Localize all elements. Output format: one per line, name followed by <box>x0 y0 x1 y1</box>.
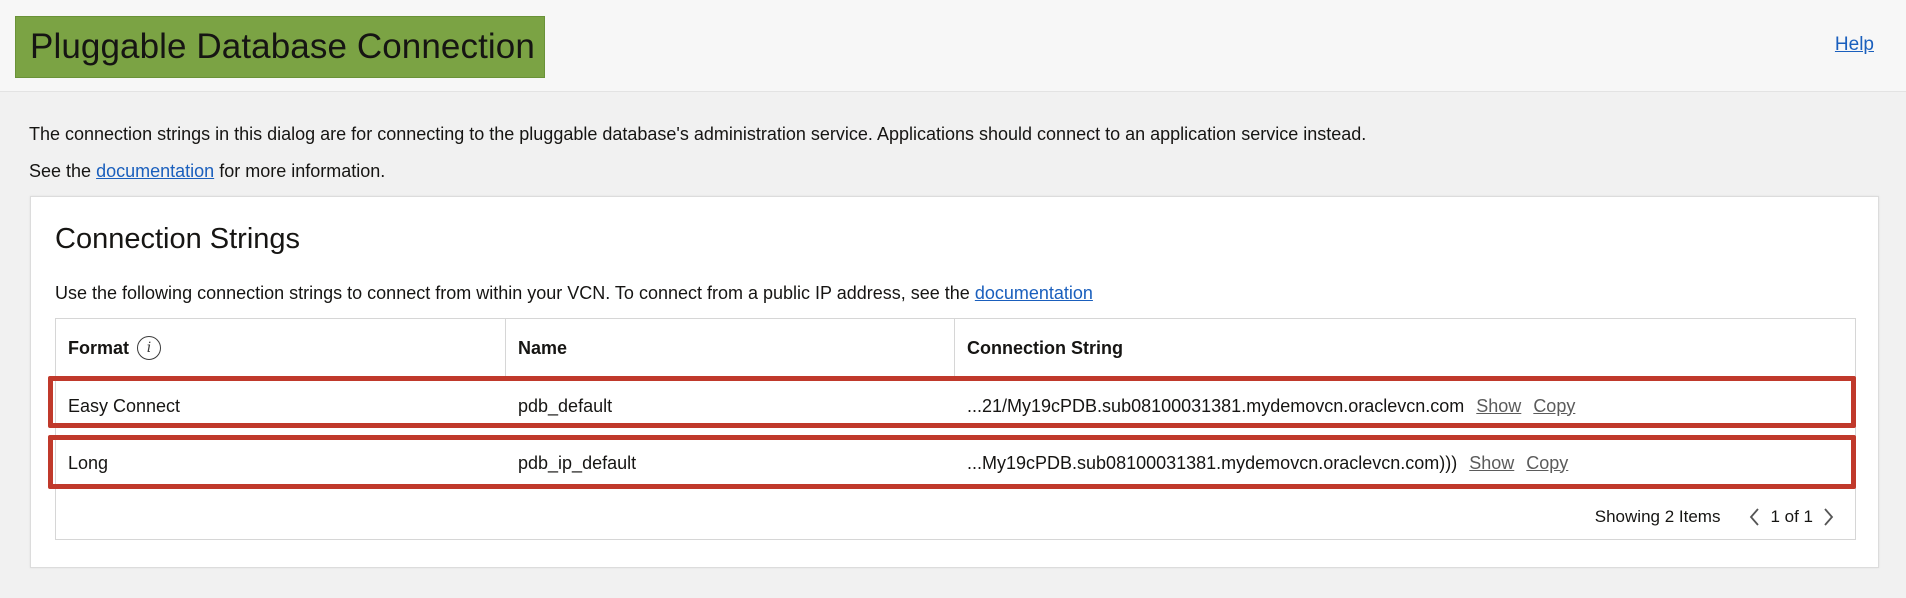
connection-string-value: ...My19cPDB.sub08100031381.mydemovcn.ora… <box>967 452 1458 473</box>
table-header: Format i Name Connection String <box>56 319 1855 377</box>
table-row: Easy Connect pdb_default ...21/My19cPDB.… <box>56 379 1855 433</box>
intro-suffix: for more information. <box>219 161 386 181</box>
connection-string-value: ...21/My19cPDB.sub08100031381.mydemovcn.… <box>967 395 1465 416</box>
help-link[interactable]: Help <box>1835 34 1874 56</box>
title-banner: Pluggable Database Connection <box>15 16 545 78</box>
card-title: Connection Strings <box>55 223 301 255</box>
connection-strings-table: Format i Name Connection String Easy Con… <box>55 318 1856 540</box>
intro-prefix: See the <box>29 161 92 181</box>
card-description: Use the following connection strings to … <box>55 283 1093 304</box>
page-header: Pluggable Database Connection Help <box>0 0 1906 92</box>
cell-format: Long <box>68 452 109 473</box>
item-count: Showing 2 Items <box>1594 507 1721 526</box>
cell-name: pdb_ip_default <box>518 452 637 473</box>
cell-name: pdb_default <box>518 395 613 416</box>
page-indicator: 1 of 1 <box>1770 507 1813 526</box>
column-header-format: Format i <box>56 319 506 377</box>
pagination: 1 of 1 <box>1742 505 1841 529</box>
copy-button[interactable]: Copy <box>1526 453 1568 474</box>
cell-connection-string: ...21/My19cPDB.sub08100031381.mydemovcn.… <box>955 379 1857 433</box>
chevron-left-icon[interactable] <box>1742 505 1766 529</box>
show-button[interactable]: Show <box>1469 453 1514 474</box>
column-header-name: Name <box>506 319 955 377</box>
column-header-connection-string: Connection String <box>955 319 1857 377</box>
intro-documentation-line: See the documentation for more informati… <box>29 161 385 182</box>
show-button[interactable]: Show <box>1476 396 1521 417</box>
connection-strings-card: Connection Strings Use the following con… <box>30 196 1879 568</box>
table-footer: Showing 2 Items 1 of 1 <box>1595 502 1841 532</box>
column-header-label: Format <box>68 337 130 358</box>
copy-button[interactable]: Copy <box>1533 396 1575 417</box>
cell-connection-string: ...My19cPDB.sub08100031381.mydemovcn.ora… <box>955 436 1857 490</box>
column-header-label: Connection String <box>967 337 1123 358</box>
intro-text: The connection strings in this dialog ar… <box>29 124 1367 144</box>
cell-format: Easy Connect <box>68 395 181 416</box>
info-icon[interactable]: i <box>137 336 162 360</box>
public-ip-documentation-link[interactable]: documentation <box>975 283 1093 303</box>
card-description-text: Use the following connection strings to … <box>55 283 970 303</box>
column-header-label: Name <box>518 337 568 358</box>
page-title: Pluggable Database Connection <box>30 27 535 66</box>
chevron-right-icon[interactable] <box>1817 505 1841 529</box>
documentation-link[interactable]: documentation <box>96 161 214 181</box>
table-row: Long pdb_ip_default ...My19cPDB.sub08100… <box>56 436 1855 490</box>
